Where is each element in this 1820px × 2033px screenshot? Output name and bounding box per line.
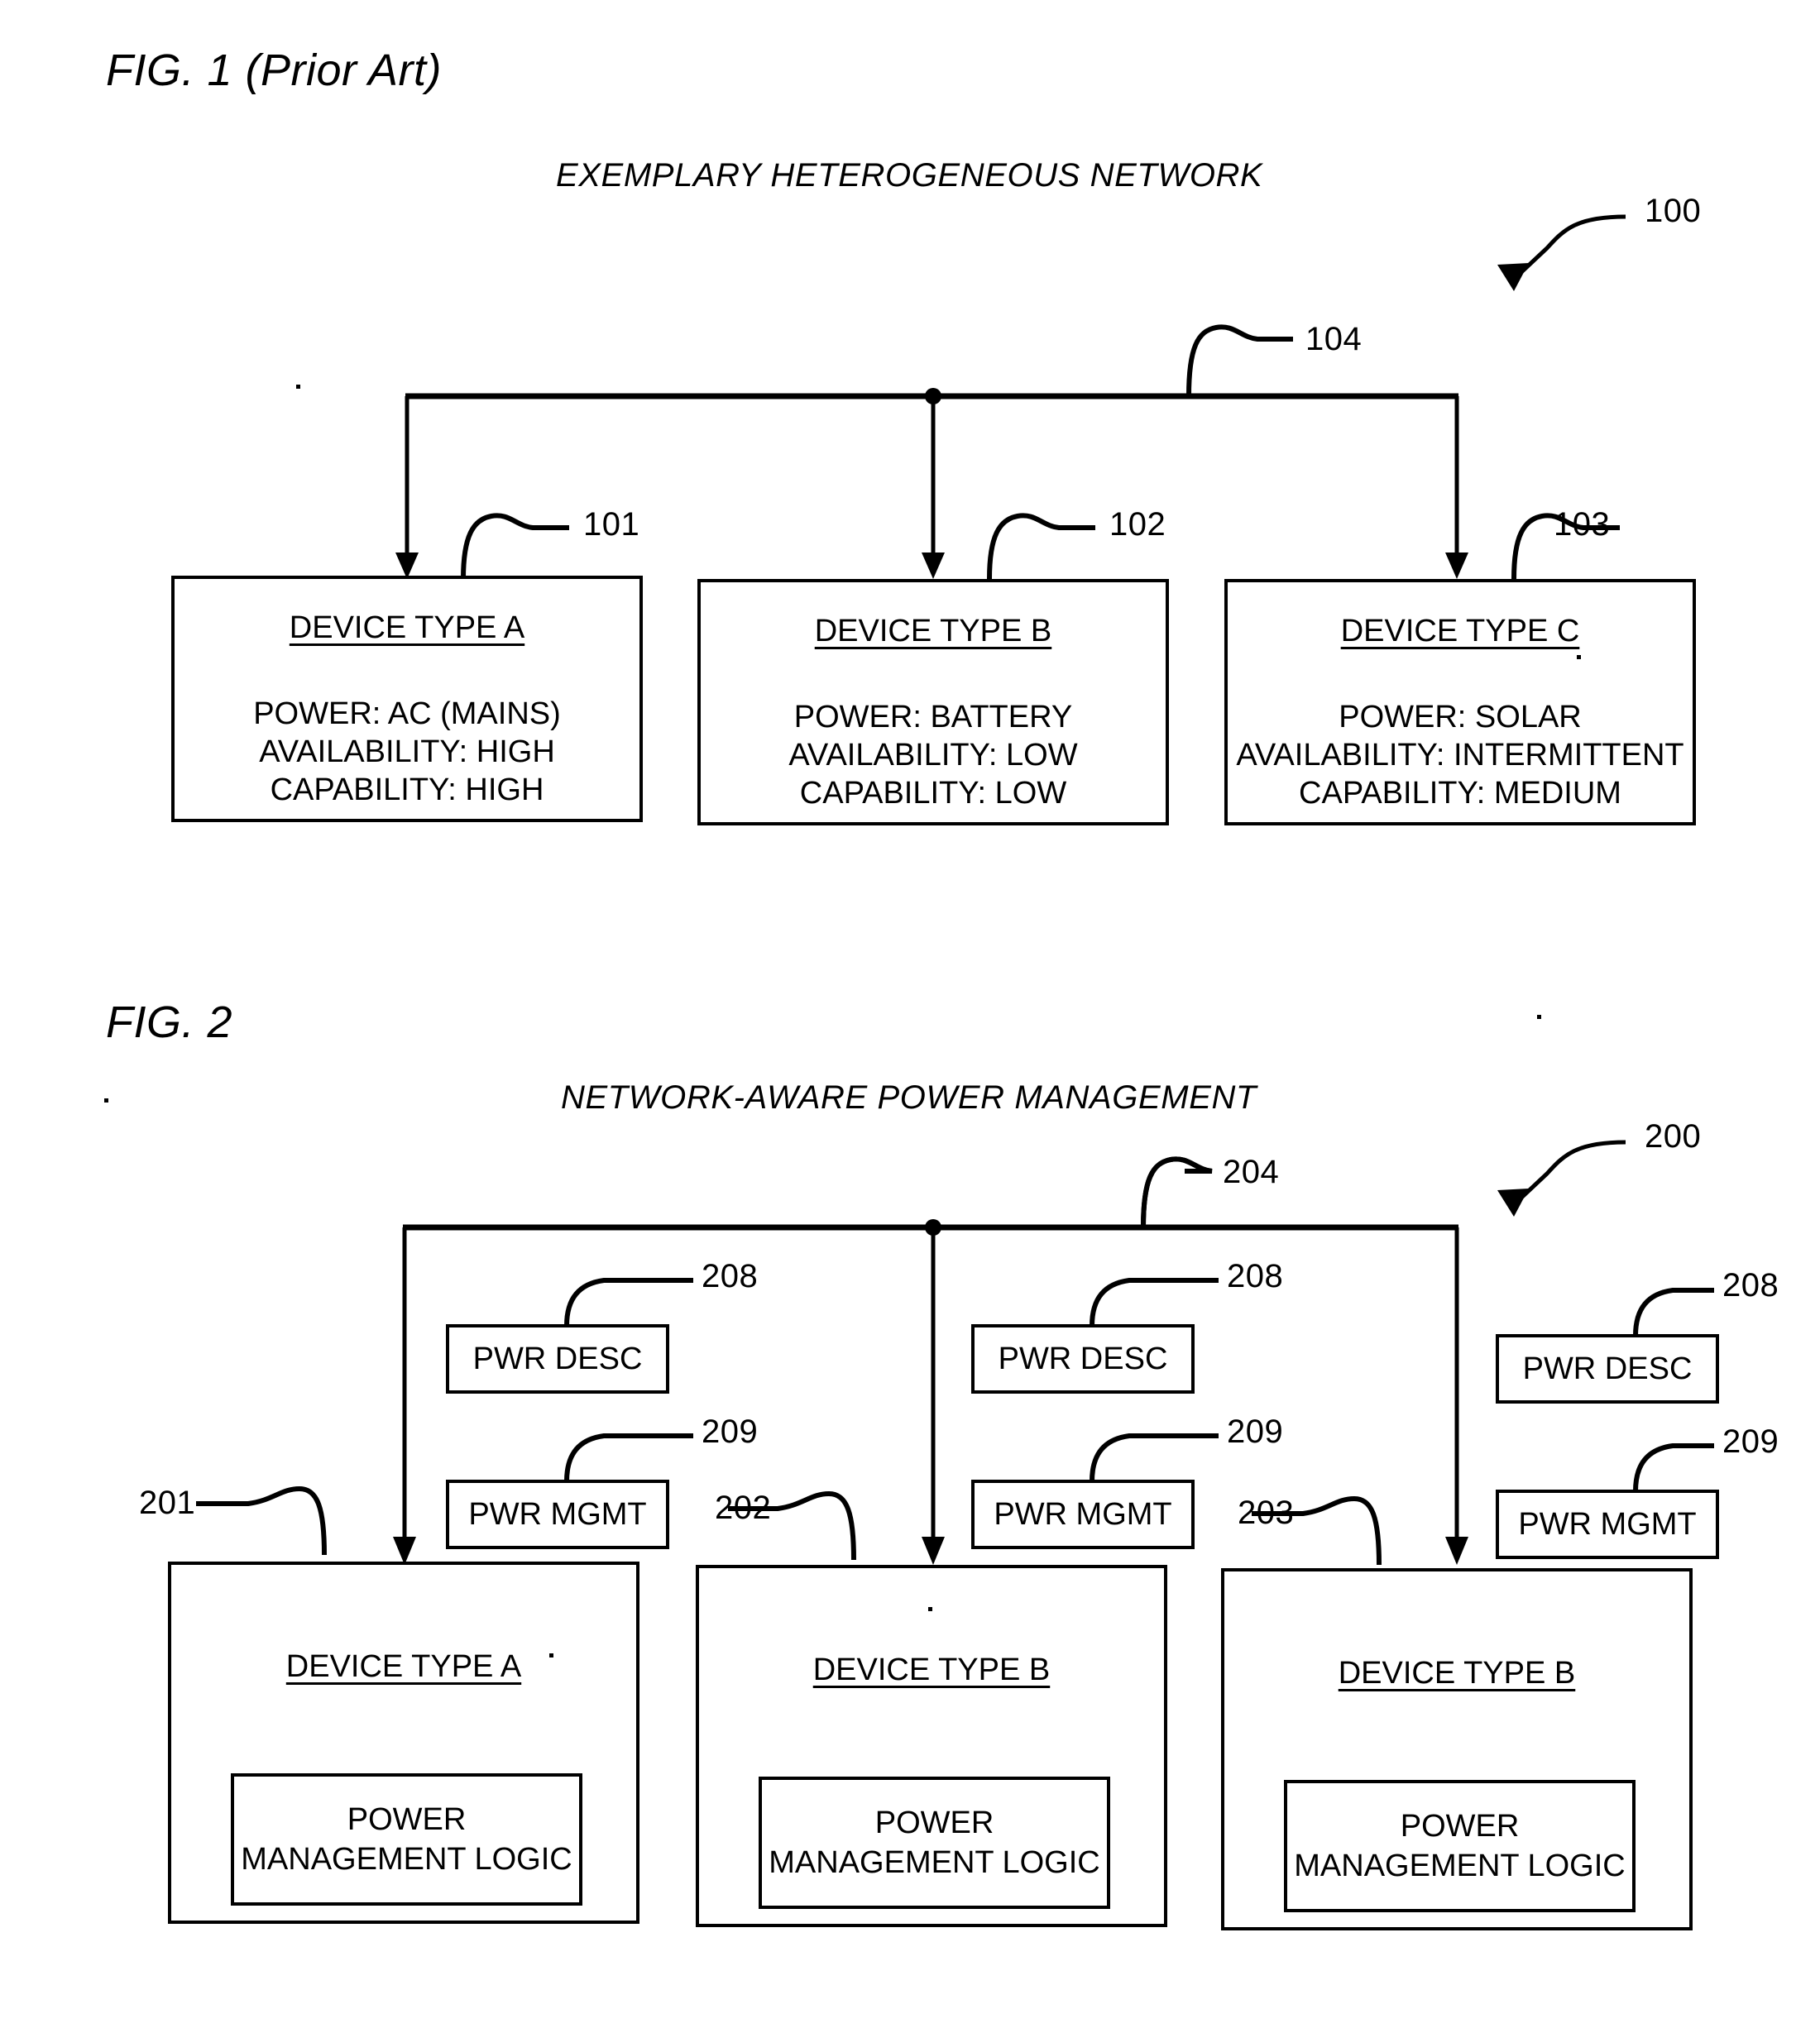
fig1-subtitle: EXEMPLARY HETEROGENEOUS NETWORK <box>556 157 1263 194</box>
attr-availability: AVAILABILITY: INTERMITTENT <box>1236 738 1684 773</box>
scan-speck <box>104 1098 108 1103</box>
pwr-desc-label: PWR DESC <box>1522 1351 1693 1386</box>
fig2-pwr-desc-ref-col3: 208 <box>1722 1267 1779 1304</box>
fig2-device-203-title: DEVICE TYPE B <box>1338 1656 1576 1691</box>
fig2-pwr-mgmt-box-col1: PWR MGMT <box>446 1480 669 1549</box>
fig1-device-box-c: DEVICE TYPE C POWER: SOLAR AVAILABILITY:… <box>1224 579 1696 825</box>
fig1-device-b-title: DEVICE TYPE B <box>814 614 1052 648</box>
patent-drawing-sheet: FIG. 1 (Prior Art) EXEMPLARY HETEROGENEO… <box>0 0 1820 2033</box>
fig2-device-202-title: DEVICE TYPE B <box>812 1653 1051 1687</box>
attr-capability: CAPABILITY: LOW <box>799 776 1067 811</box>
scan-speck <box>1537 1015 1541 1019</box>
scan-speck <box>1577 655 1581 659</box>
fig2-logic-box-207: POWER MANAGEMENT LOGIC <box>1284 1780 1636 1912</box>
fig2-device-201-title: DEVICE TYPE A <box>285 1649 522 1684</box>
fig2-device-box-203: DEVICE TYPE B POWER MANAGEMENT LOGIC <box>1221 1568 1693 1930</box>
fig1-system-leader <box>1497 214 1626 291</box>
scan-speck <box>549 1653 553 1657</box>
pwr-mgmt-label: PWR MGMT <box>1518 1506 1697 1542</box>
fig2-device-leaders <box>196 1485 1382 1566</box>
fig2-pwr-mgmt-ref-col3: 209 <box>1722 1423 1779 1460</box>
fig1-device-ref-103: 103 <box>1554 506 1611 543</box>
pwr-desc-label: PWR DESC <box>998 1341 1168 1376</box>
attr-capability: CAPABILITY: MEDIUM <box>1299 776 1621 811</box>
fig1-device-b-attributes: POWER: BATTERY AVAILABILITY: LOW CAPABIL… <box>701 698 1166 812</box>
attr-availability: AVAILABILITY: HIGH <box>259 734 555 769</box>
logic-line-1: POWER <box>874 1806 994 1840</box>
fig1-device-ref-102: 102 <box>1109 506 1166 543</box>
fig2-pwr-desc-box-col2: PWR DESC <box>971 1324 1195 1394</box>
fig1-device-box-a: DEVICE TYPE A POWER: AC (MAINS) AVAILABI… <box>171 576 643 822</box>
logic-line-1: POWER <box>1400 1809 1520 1844</box>
scan-speck <box>296 385 300 389</box>
fig1-device-c-title: DEVICE TYPE C <box>1340 614 1580 648</box>
attr-availability: AVAILABILITY: LOW <box>788 738 1078 773</box>
attr-capability: CAPABILITY: HIGH <box>270 773 544 807</box>
logic-line-1: POWER <box>347 1802 467 1837</box>
fig2-pwr-mgmt-box-col3: PWR MGMT <box>1496 1490 1719 1559</box>
fig2-system-ref: 200 <box>1645 1118 1702 1155</box>
fig2-pwr-desc-ref-col1: 208 <box>702 1258 759 1294</box>
pwr-mgmt-label: PWR MGMT <box>994 1496 1172 1532</box>
fig2-system-leader <box>1497 1140 1626 1217</box>
fig2-device-ref-202: 202 <box>715 1490 772 1526</box>
fig2-logic-box-205: POWER MANAGEMENT LOGIC <box>231 1773 582 1906</box>
fig2-logic-box-206: POWER MANAGEMENT LOGIC <box>759 1777 1110 1909</box>
logic-line-2: MANAGEMENT LOGIC <box>241 1842 572 1877</box>
fig2-pwr-mgmt-ref-col1: 209 <box>702 1414 759 1450</box>
fig1-device-a-attributes: POWER: AC (MAINS) AVAILABILITY: HIGH CAP… <box>175 695 639 809</box>
fig1-device-a-title: DEVICE TYPE A <box>289 610 525 645</box>
fig1-system-ref: 100 <box>1645 193 1702 229</box>
fig2-caption: FIG. 2 <box>106 997 233 1047</box>
fig2-bus-ref: 204 <box>1223 1154 1280 1190</box>
logic-line-2: MANAGEMENT LOGIC <box>1294 1849 1626 1883</box>
attr-power: POWER: AC (MAINS) <box>253 696 561 731</box>
fig2-pwr-desc-ref-col2: 208 <box>1227 1258 1284 1294</box>
fig1-bus-ref: 104 <box>1305 321 1363 357</box>
fig1-device-box-b: DEVICE TYPE B POWER: BATTERY AVAILABILIT… <box>697 579 1169 825</box>
fig2-device-ref-201: 201 <box>139 1485 196 1521</box>
fig1-device-c-attributes: POWER: SOLAR AVAILABILITY: INTERMITTENT … <box>1228 698 1693 812</box>
scan-speck <box>928 1607 932 1611</box>
fig2-pwr-desc-box-col1: PWR DESC <box>446 1324 669 1394</box>
logic-line-2: MANAGEMENT LOGIC <box>769 1845 1100 1880</box>
attr-power: POWER: BATTERY <box>793 700 1073 734</box>
pwr-mgmt-label: PWR MGMT <box>468 1496 647 1532</box>
pwr-desc-label: PWR DESC <box>472 1341 643 1376</box>
fig2-pwr-desc-box-col3: PWR DESC <box>1496 1334 1719 1404</box>
fig2-device-box-202: DEVICE TYPE B POWER MANAGEMENT LOGIC <box>696 1565 1167 1927</box>
fig1-device-ref-101: 101 <box>583 506 640 543</box>
fig2-subtitle: NETWORK-AWARE POWER MANAGEMENT <box>561 1079 1257 1116</box>
fig2-pwr-mgmt-box-col2: PWR MGMT <box>971 1480 1195 1549</box>
fig1-caption: FIG. 1 (Prior Art) <box>106 45 443 95</box>
fig2-device-ref-203: 203 <box>1238 1495 1295 1531</box>
fig1-bus <box>395 324 1468 579</box>
attr-power: POWER: SOLAR <box>1339 700 1582 734</box>
fig2-pwr-mgmt-ref-col2: 209 <box>1227 1414 1284 1450</box>
fig2-device-box-201: DEVICE TYPE A POWER MANAGEMENT LOGIC <box>168 1562 639 1924</box>
